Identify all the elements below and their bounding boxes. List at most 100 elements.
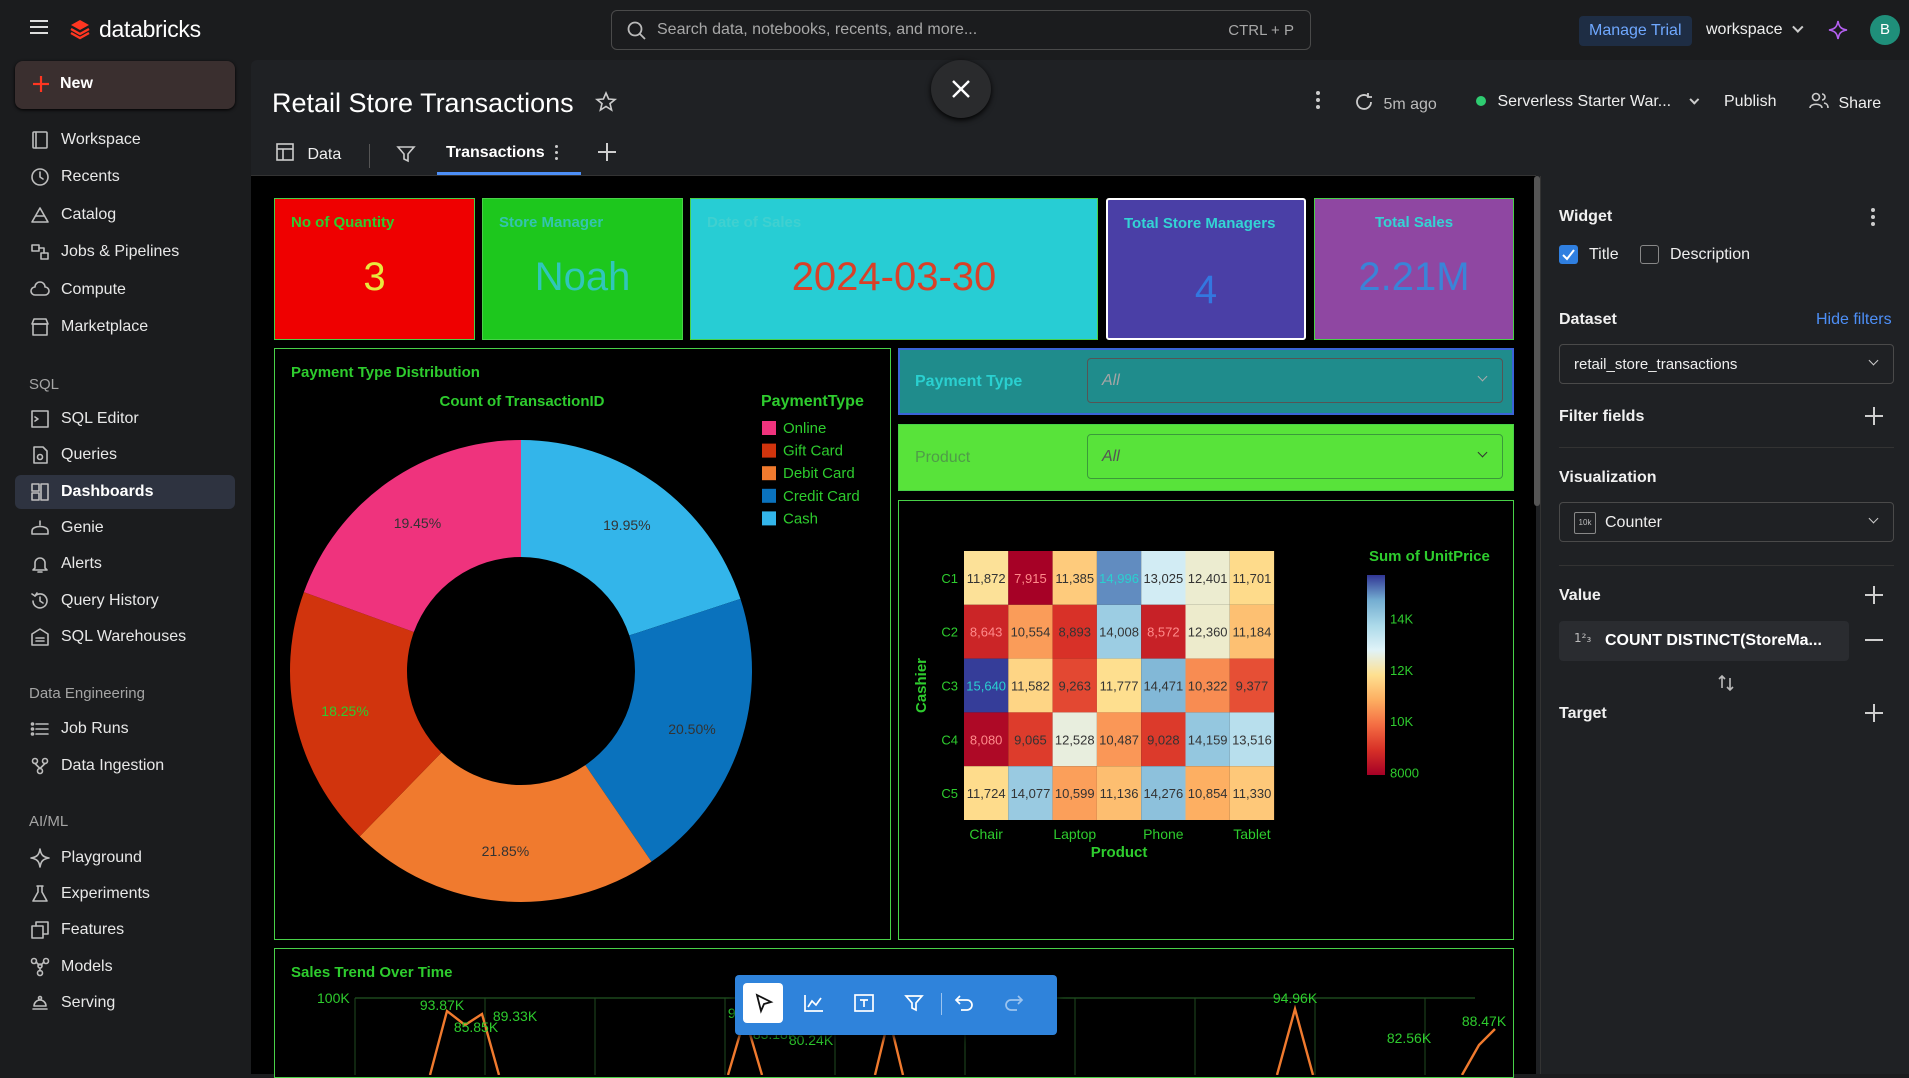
counter-total-sales[interactable]: Total Sales 2.21M: [1314, 198, 1514, 340]
sidebar-item-data-ingestion[interactable]: Data Ingestion: [15, 749, 235, 783]
description-checkbox[interactable]: [1640, 245, 1659, 264]
app-name[interactable]: databricks: [99, 16, 201, 43]
cell-value: 11,184: [1233, 625, 1272, 640]
queries-icon: [29, 444, 51, 466]
sidebar-item-marketplace[interactable]: Marketplace: [15, 310, 235, 344]
pie-slice[interactable]: [303, 440, 521, 633]
share-button[interactable]: Share: [1808, 91, 1881, 116]
tab-transactions[interactable]: Transactions: [437, 135, 581, 175]
filter-dropdown[interactable]: All: [1087, 434, 1503, 479]
dataset-select[interactable]: retail_store_transactions: [1559, 344, 1894, 384]
tab-data[interactable]: Data: [275, 142, 341, 167]
counter-date-of-sales[interactable]: Date of Sales 2024-03-30: [690, 198, 1098, 340]
warehouse-selector[interactable]: Serverless Starter War...: [1476, 93, 1699, 111]
sidebar-item-catalog[interactable]: Catalog: [15, 198, 235, 232]
workspace-selector[interactable]: workspace: [1706, 21, 1804, 39]
refresh-button[interactable]: 5m ago: [1353, 91, 1437, 113]
cell-value: 12,528: [1055, 732, 1095, 747]
sidebar-item-query-history[interactable]: Query History: [15, 584, 235, 618]
sidebar-item-queries[interactable]: Queries: [15, 438, 235, 472]
tab-kebab-icon[interactable]: [555, 145, 559, 160]
publish-button[interactable]: Publish: [1724, 93, 1776, 111]
title-checkbox[interactable]: [1559, 245, 1578, 264]
filter-icon[interactable]: [395, 143, 417, 170]
search-bar[interactable]: Search data, notebooks, recents, and mor…: [611, 10, 1311, 50]
sidebar-item-features[interactable]: Features: [15, 913, 235, 947]
legend-swatch: [762, 511, 776, 526]
sidebar-item-alerts[interactable]: Alerts: [15, 547, 235, 581]
search-input[interactable]: Search data, notebooks, recents, and mor…: [657, 21, 977, 39]
sidebar-item-sql-editor[interactable]: SQL Editor: [15, 402, 235, 436]
legend-entry[interactable]: Cash: [783, 510, 818, 527]
redo-icon[interactable]: [1003, 992, 1025, 1019]
sidebar-item-compute[interactable]: Compute: [15, 273, 235, 307]
sidebar-item-label: Recents: [61, 168, 120, 186]
filter-product[interactable]: Product All: [898, 424, 1514, 491]
playground-icon: [29, 847, 51, 869]
pie-chart-panel[interactable]: Payment Type Distribution Count of Trans…: [274, 348, 891, 940]
undo-icon[interactable]: [953, 992, 975, 1019]
counter-store-manager[interactable]: Store Manager Noah: [482, 198, 683, 340]
counter-title: Store Manager: [499, 214, 604, 231]
cell-value: 11,330: [1233, 786, 1272, 801]
remove-value-button[interactable]: [1865, 639, 1883, 641]
sidebar-item-label: Data Ingestion: [61, 756, 165, 774]
text-tool-icon[interactable]: [853, 992, 875, 1019]
filter-tool-icon[interactable]: [903, 992, 925, 1019]
pie-slice[interactable]: [521, 440, 741, 636]
table-icon: [275, 142, 295, 167]
assistant-sparkle-icon[interactable]: [1827, 19, 1849, 46]
filter-dropdown[interactable]: All: [1087, 358, 1503, 403]
manage-trial-button[interactable]: Manage Trial: [1579, 16, 1692, 46]
sidebar-item-genie[interactable]: Genie: [15, 511, 235, 545]
heatmap-panel[interactable]: C1 11,872 7,915 11,385 14,996 13,025 12,401 11,…: [898, 500, 1514, 940]
widget-kebab-icon[interactable]: [1871, 208, 1875, 226]
sidebar-item-experiments[interactable]: Experiments: [15, 877, 235, 911]
add-value-button[interactable]: [1864, 585, 1884, 605]
counter-quantity[interactable]: No of Quantity 3: [274, 198, 475, 340]
data-label: 93.87K: [420, 997, 465, 1013]
legend-entry[interactable]: Credit Card: [783, 488, 860, 505]
counter-total-store-managers[interactable]: Total Store Managers 4: [1106, 198, 1306, 340]
swap-icon[interactable]: [1716, 673, 1736, 698]
jobs-icon: [29, 241, 51, 263]
chart-tool-icon[interactable]: [803, 992, 825, 1019]
hide-filters-link[interactable]: Hide filters: [1816, 311, 1892, 329]
kebab-menu-icon[interactable]: [1316, 91, 1322, 109]
dashboard-title[interactable]: Retail Store Transactions: [272, 88, 574, 119]
sidebar-item-models[interactable]: Models: [15, 950, 235, 984]
legend-entry[interactable]: Debit Card: [783, 465, 855, 482]
sidebar-item-serving[interactable]: Serving: [15, 986, 235, 1020]
cell-value: 10,322: [1188, 679, 1228, 694]
add-tab-button[interactable]: [597, 142, 617, 162]
menu-icon[interactable]: [30, 20, 48, 34]
chevron-down-icon: [1868, 355, 1879, 366]
colorbar-tick: 14K: [1390, 612, 1413, 627]
sidebar-item-jobs-pipelines[interactable]: Jobs & Pipelines: [15, 235, 235, 269]
sidebar-item-dashboards[interactable]: Dashboards: [15, 474, 235, 509]
row-label: C5: [941, 786, 958, 801]
close-button[interactable]: [931, 60, 991, 118]
new-button[interactable]: New: [15, 61, 235, 109]
add-filter-field-button[interactable]: [1864, 406, 1884, 426]
sidebar-item-workspace[interactable]: Workspace: [15, 123, 235, 157]
sidebar-section-sql: SQL: [29, 376, 60, 393]
sidebar-item-label: Workspace: [61, 131, 141, 148]
sidebar-item-label: Compute: [61, 280, 126, 298]
star-icon[interactable]: [594, 90, 618, 119]
avatar[interactable]: B: [1870, 15, 1900, 45]
sidebar-item-job-runs[interactable]: Job Runs: [15, 712, 235, 746]
filter-payment-type[interactable]: Payment Type All: [898, 348, 1514, 415]
sidebar-item-playground[interactable]: Playground: [15, 841, 235, 875]
cell-value: 11,385: [1055, 571, 1094, 586]
sidebar-item-label: Dashboards: [61, 482, 154, 500]
legend-entry[interactable]: Online: [783, 420, 826, 437]
visualization-select[interactable]: 10k Counter: [1559, 502, 1894, 542]
value-field-chip[interactable]: 1²₃ COUNT DISTINCT(StoreMa...: [1559, 621, 1849, 661]
sidebar-item-sql-warehouses[interactable]: SQL Warehouses: [15, 620, 235, 654]
filter-value: All: [1102, 448, 1120, 465]
select-tool-button[interactable]: [743, 983, 783, 1023]
add-target-button[interactable]: [1864, 703, 1884, 723]
legend-entry[interactable]: Gift Card: [783, 443, 843, 460]
sidebar-item-recents[interactable]: Recents: [15, 160, 235, 194]
